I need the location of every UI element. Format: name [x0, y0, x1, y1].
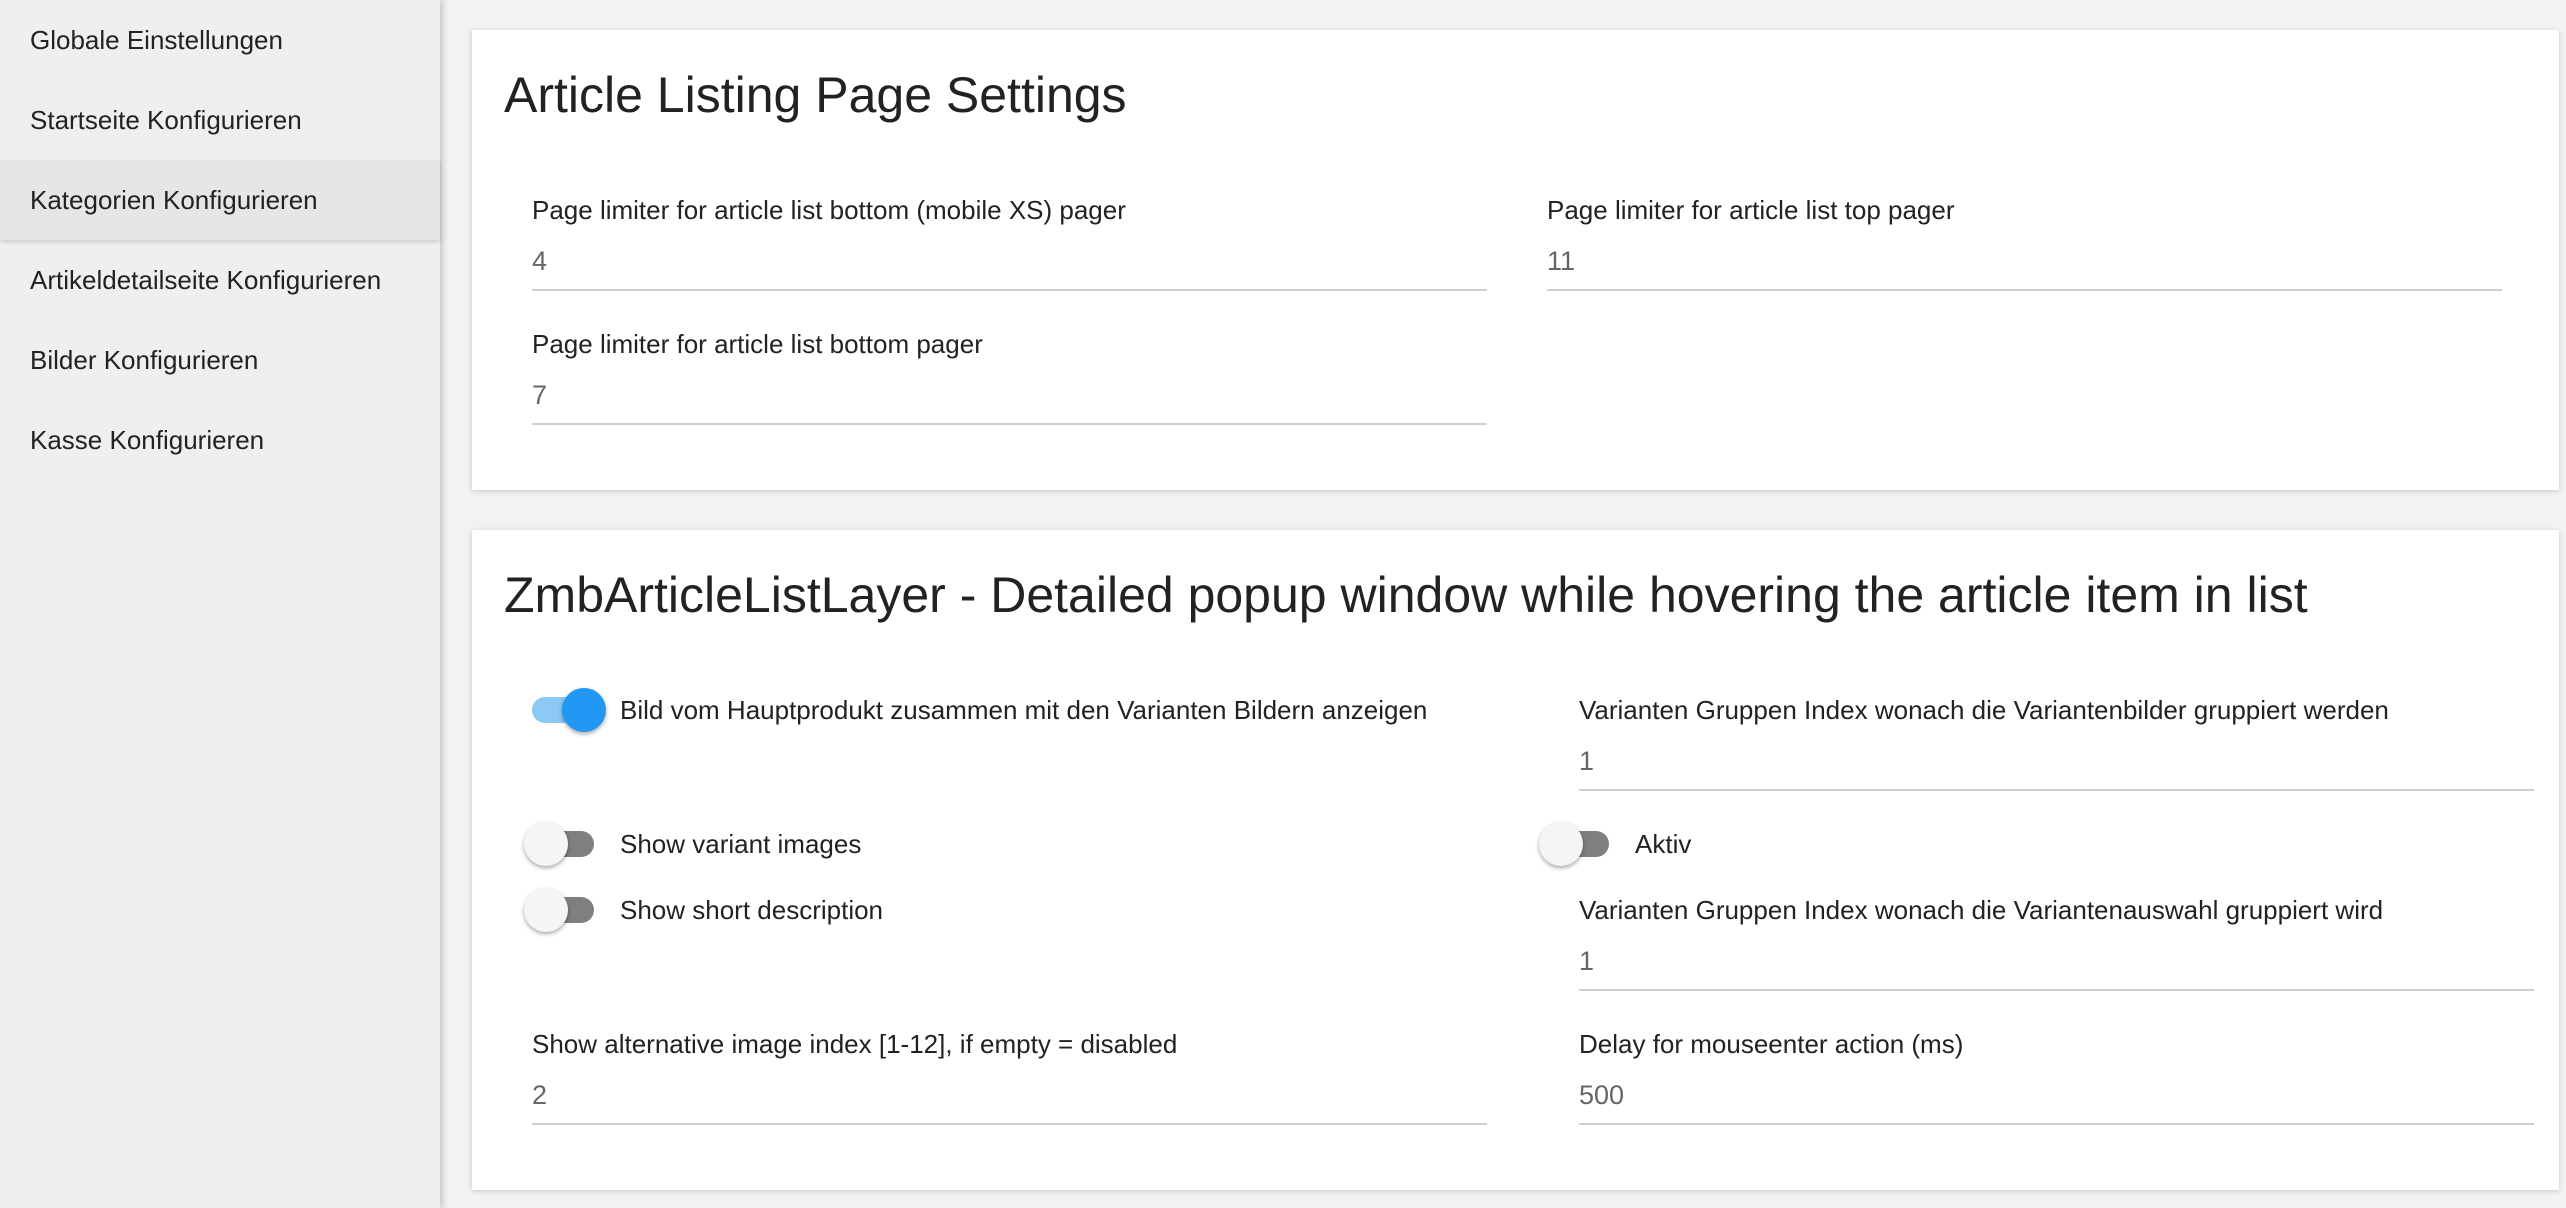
- mouseenter-delay-input[interactable]: [1579, 1080, 2534, 1125]
- variant-images-toggle-row: Show variant images: [524, 822, 862, 866]
- short-description-toggle[interactable]: [524, 888, 602, 932]
- main-content: Article Listing Page Settings Page limit…: [440, 0, 2566, 1208]
- field-label: Varianten Gruppen Index wonach die Varia…: [1579, 895, 2384, 925]
- sidebar-item-label: Startseite Konfigurieren: [30, 104, 302, 135]
- mouseenter-delay-field: Delay for mouseenter action (ms): [1579, 1029, 2534, 1125]
- aktiv-toggle[interactable]: [1539, 822, 1617, 866]
- field-label: Show alternative image index [1-12], if …: [532, 1029, 1178, 1059]
- sidebar-item-startseite[interactable]: Startseite Konfigurieren: [0, 80, 440, 160]
- sidebar-item-label: Globale Einstellungen: [30, 24, 283, 55]
- variant-group-selection-input[interactable]: [1579, 946, 2534, 991]
- sidebar-item-kasse[interactable]: Kasse Konfigurieren: [0, 400, 440, 480]
- article-listing-settings-card: Article Listing Page Settings Page limit…: [472, 30, 2559, 490]
- sidebar-item-kategorien[interactable]: Kategorien Konfigurieren: [0, 160, 440, 240]
- field-label: Varianten Gruppen Index wonach die Varia…: [1579, 695, 2389, 725]
- variant-group-images-input[interactable]: [1579, 746, 2534, 791]
- variant-group-images-field: Varianten Gruppen Index wonach die Varia…: [1579, 695, 2534, 791]
- field-label: Page limiter for article list top pager: [1547, 195, 1955, 225]
- sidebar-item-label: Kasse Konfigurieren: [30, 424, 265, 455]
- card-title: Article Listing Page Settings: [504, 67, 1127, 123]
- top-pager-field: Page limiter for article list top pager: [1547, 195, 2502, 291]
- toggle-thumb: [562, 688, 606, 732]
- toggle-thumb: [1539, 822, 1583, 866]
- bottom-pager-field: Page limiter for article list bottom pag…: [532, 329, 1487, 425]
- field-label: Delay for mouseenter action (ms): [1579, 1029, 1964, 1059]
- sidebar-item-label: Artikeldetailseite Konfigurieren: [30, 264, 382, 295]
- alt-image-index-input[interactable]: [532, 1080, 1487, 1125]
- main-with-variants-toggle[interactable]: [532, 688, 606, 732]
- sidebar-item-label: Kategorien Konfigurieren: [30, 184, 318, 215]
- aktiv-toggle-row: Aktiv: [1539, 822, 1692, 866]
- bottom-mobile-pager-field: Page limiter for article list bottom (mo…: [532, 195, 1487, 291]
- sidebar-item-label: Bilder Konfigurieren: [30, 344, 259, 375]
- toggle-label: Aktiv: [1635, 828, 1692, 859]
- field-label: Page limiter for article list bottom (mo…: [532, 195, 1126, 225]
- main-with-variants-toggle-row: Bild vom Hauptprodukt zusammen mit den V…: [532, 688, 1427, 732]
- sidebar: Globale Einstellungen Startseite Konfigu…: [0, 0, 440, 1208]
- bottom-mobile-pager-input[interactable]: [532, 246, 1487, 291]
- toggle-label: Bild vom Hauptprodukt zusammen mit den V…: [620, 694, 1428, 725]
- field-label: Page limiter for article list bottom pag…: [532, 329, 983, 359]
- sidebar-item-globale-einstellungen[interactable]: Globale Einstellungen: [0, 0, 440, 80]
- variant-group-selection-field: Varianten Gruppen Index wonach die Varia…: [1579, 895, 2534, 991]
- short-description-toggle-row: Show short description: [524, 888, 884, 932]
- article-list-layer-card: ZmbArticleListLayer - Detailed popup win…: [472, 530, 2559, 1190]
- card-title: ZmbArticleListLayer - Detailed popup win…: [504, 567, 2308, 623]
- sidebar-item-bilder[interactable]: Bilder Konfigurieren: [0, 320, 440, 400]
- toggle-thumb: [524, 822, 568, 866]
- toggle-thumb: [524, 888, 568, 932]
- sidebar-item-artikeldetailseite[interactable]: Artikeldetailseite Konfigurieren: [0, 240, 440, 320]
- toggle-label: Show short description: [620, 894, 884, 925]
- alt-image-index-field: Show alternative image index [1-12], if …: [532, 1029, 1487, 1125]
- variant-images-toggle[interactable]: [524, 822, 602, 866]
- bottom-pager-input[interactable]: [532, 380, 1487, 425]
- top-pager-input[interactable]: [1547, 246, 2502, 291]
- toggle-label: Show variant images: [620, 828, 862, 859]
